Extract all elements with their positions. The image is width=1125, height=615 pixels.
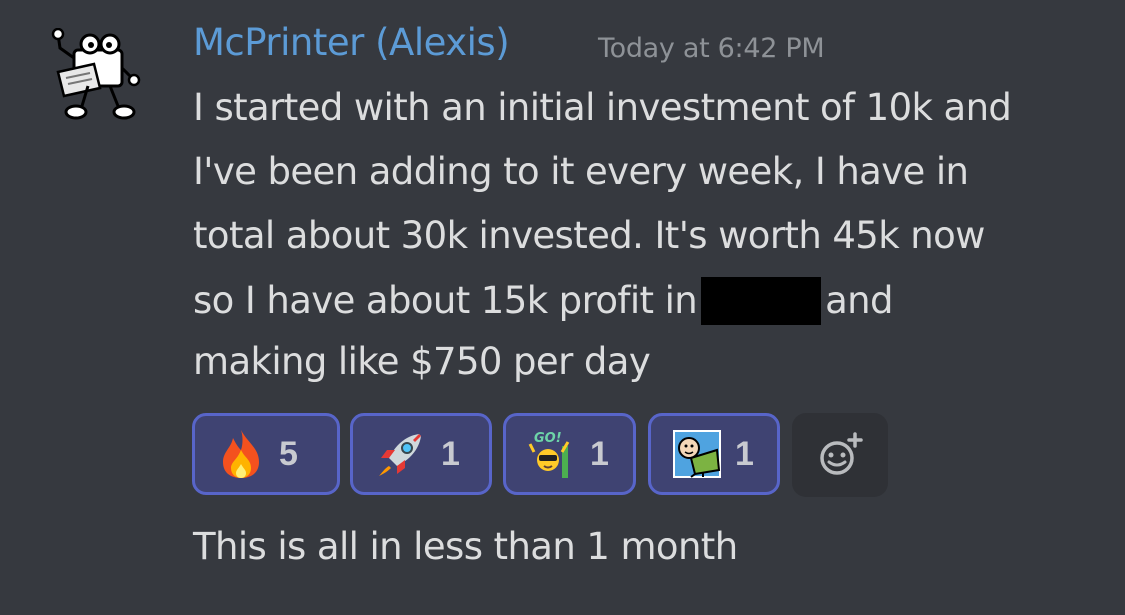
rocket-emoji-icon bbox=[379, 434, 421, 476]
printer-mascot-avatar-icon bbox=[51, 27, 141, 120]
message-line: making like $750 per day bbox=[193, 340, 651, 383]
reaction-count: 1 bbox=[441, 434, 460, 473]
go-emote-icon: GO! bbox=[528, 431, 570, 478]
user-avatar[interactable] bbox=[44, 27, 144, 124]
message-text: so I have about 15k profit in bbox=[193, 279, 698, 322]
cyanide-character-emote-icon bbox=[673, 430, 721, 478]
followup-message: This is all in less than 1 month bbox=[193, 525, 738, 568]
message-line: I've been adding to it every week, I hav… bbox=[193, 150, 969, 193]
reaction-go[interactable]: GO! 1 bbox=[503, 413, 636, 495]
username[interactable]: McPrinter (Alexis) bbox=[193, 21, 510, 64]
message-timestamp: Today at 6:42 PM bbox=[598, 33, 825, 64]
message-line: I started with an initial investment of … bbox=[193, 86, 1012, 129]
reaction-count: 1 bbox=[590, 434, 609, 473]
svg-text:GO!: GO! bbox=[534, 431, 562, 446]
message-text: and bbox=[825, 279, 893, 322]
fire-emoji-icon bbox=[223, 430, 259, 478]
message-line: total about 30k invested. It's worth 45k… bbox=[193, 214, 985, 257]
reaction-count: 1 bbox=[735, 434, 754, 473]
reaction-cyanide[interactable]: 1 bbox=[648, 413, 780, 495]
message-line: so I have about 15k profit in and bbox=[193, 277, 894, 325]
add-reaction-button[interactable] bbox=[792, 413, 888, 497]
reaction-rocket[interactable]: 1 bbox=[350, 413, 492, 495]
reaction-count: 5 bbox=[279, 434, 298, 473]
redaction-box bbox=[701, 277, 822, 325]
add-reaction-smiley-icon bbox=[820, 432, 863, 475]
reaction-fire[interactable]: 5 bbox=[192, 413, 340, 495]
